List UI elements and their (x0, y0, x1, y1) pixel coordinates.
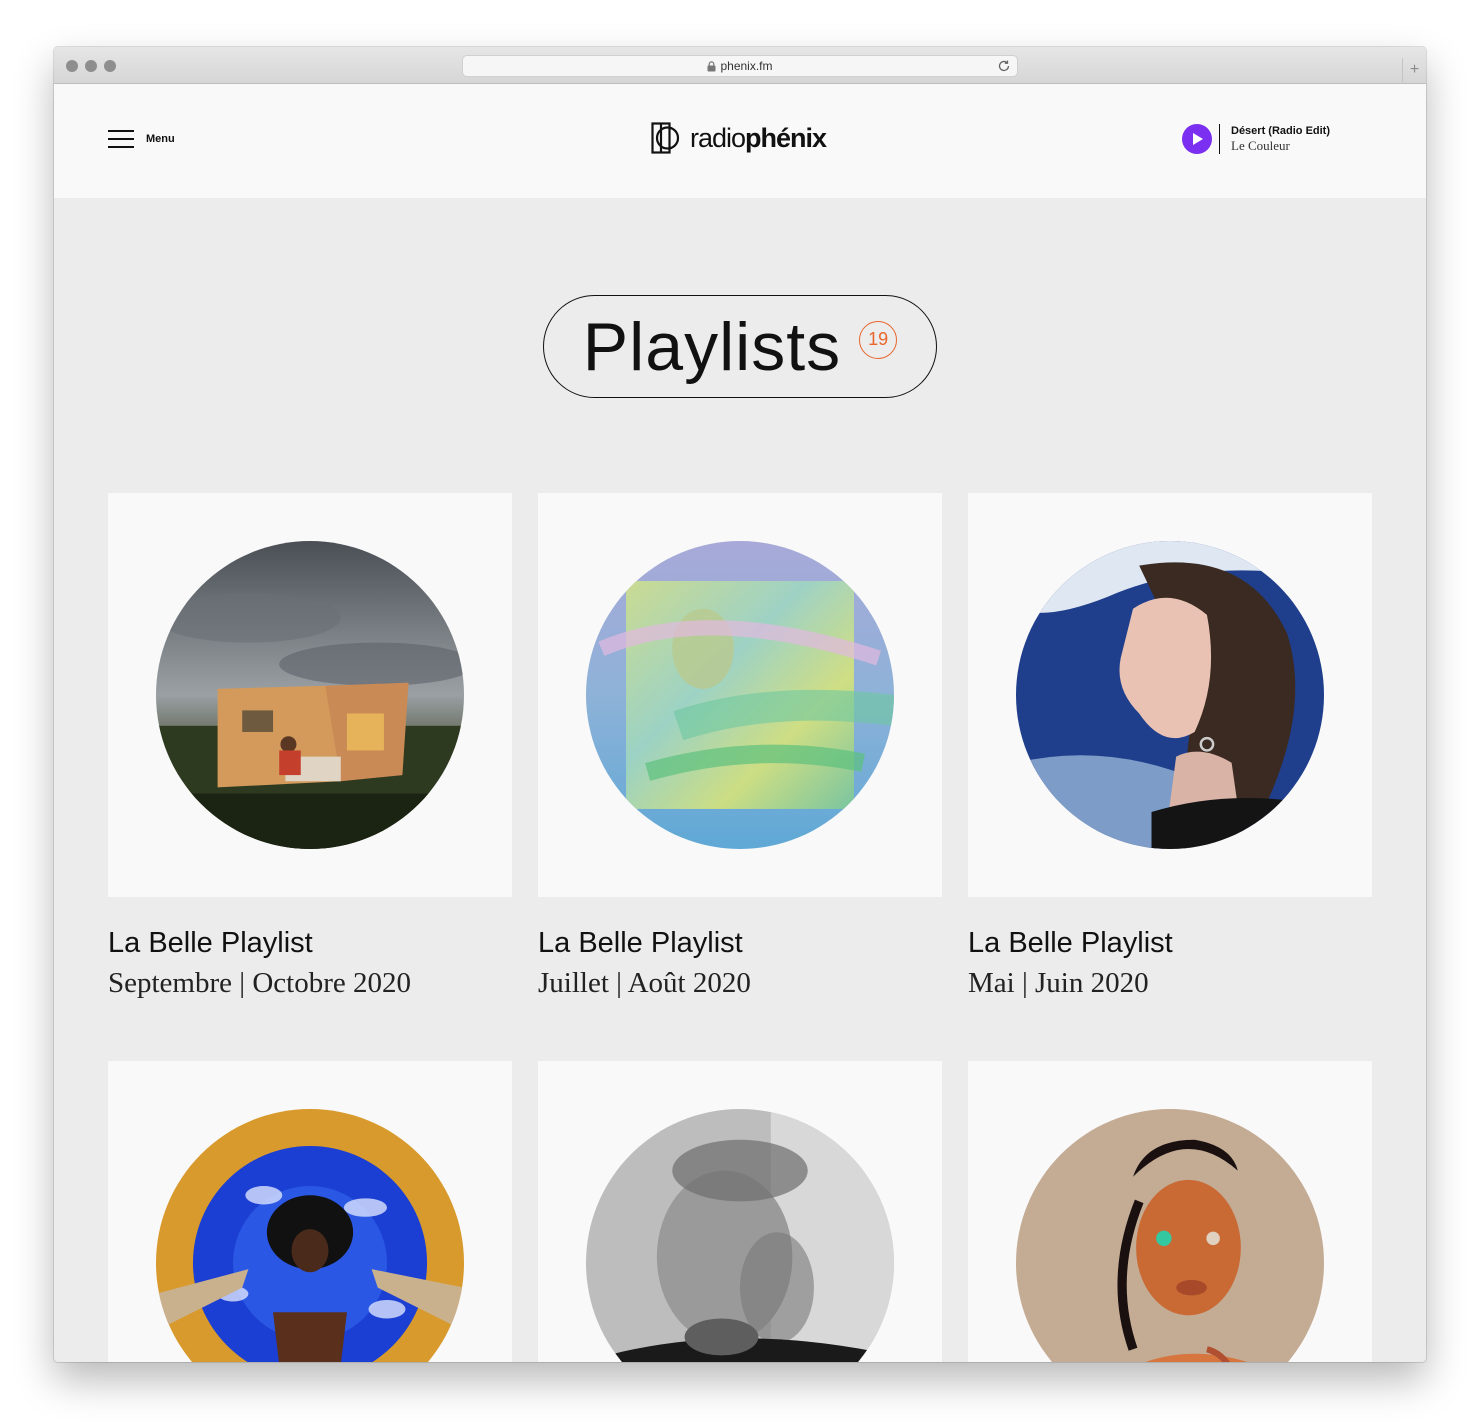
playlist-artwork (108, 493, 512, 897)
cover-image (1016, 1109, 1324, 1362)
cover-image (586, 541, 894, 849)
site-logo[interactable]: radiophénix (651, 122, 827, 154)
phenix-logo-icon (651, 122, 680, 154)
play-button[interactable] (1182, 124, 1212, 154)
page-title-text: Playlists (582, 308, 842, 385)
menu-label: Menu (146, 133, 175, 145)
page-title: Playlists 19 (543, 295, 937, 398)
playlist-title: La Belle Playlist (538, 927, 743, 959)
now-playing: Désert (Radio Edit) Le Couleur (1182, 124, 1330, 154)
track-title: Désert (Radio Edit) (1231, 125, 1331, 137)
playlist-card[interactable]: La Belle Playlist Juillet | Août 2020 (538, 493, 942, 1005)
browser-window: phenix.fm + Menu radiophénix Désert (Rad… (54, 47, 1426, 1362)
window-minimize-button[interactable] (85, 60, 97, 72)
track-artist: Le Couleur (1231, 138, 1290, 153)
window-zoom-button[interactable] (104, 60, 116, 72)
logo-wordmark: radiophénix (690, 122, 827, 153)
cover-image (586, 1109, 894, 1362)
playlist-period: Septembre | Octobre 2020 (108, 967, 411, 999)
reload-icon[interactable] (997, 59, 1011, 73)
playlist-artwork (968, 1061, 1372, 1362)
playlist-period: Mai | Juin 2020 (968, 967, 1149, 999)
playlist-artwork (968, 493, 1372, 897)
playlist-card[interactable] (538, 1061, 942, 1362)
playlist-count-badge: 19 (859, 320, 898, 359)
address-bar[interactable]: phenix.fm (462, 55, 1018, 77)
playlist-card[interactable] (108, 1061, 512, 1362)
cover-image (156, 1109, 464, 1362)
site-header: Menu radiophénix Désert (Radio Edit) Le … (54, 84, 1426, 198)
playlist-artwork (538, 493, 942, 897)
lock-icon (707, 60, 716, 71)
playlist-period: Juillet | Août 2020 (538, 967, 751, 999)
playlist-card[interactable] (968, 1061, 1372, 1362)
player-divider (1219, 124, 1220, 154)
menu-button[interactable]: Menu (108, 130, 175, 148)
playlist-artwork (538, 1061, 942, 1362)
playlist-artwork (108, 1061, 512, 1362)
new-tab-button[interactable]: + (1402, 58, 1426, 84)
browser-toolbar: phenix.fm + (54, 47, 1426, 84)
hamburger-icon (108, 130, 134, 148)
playlist-title: La Belle Playlist (108, 927, 313, 959)
cover-image (156, 541, 464, 849)
playlist-title: La Belle Playlist (968, 927, 1173, 959)
url-text: phenix.fm (720, 59, 773, 73)
playlist-card[interactable]: La Belle Playlist Mai | Juin 2020 (968, 493, 1372, 1005)
cover-image (1016, 541, 1324, 849)
playlist-card[interactable]: La Belle Playlist Septembre | Octobre 20… (108, 493, 512, 1005)
window-close-button[interactable] (66, 60, 78, 72)
